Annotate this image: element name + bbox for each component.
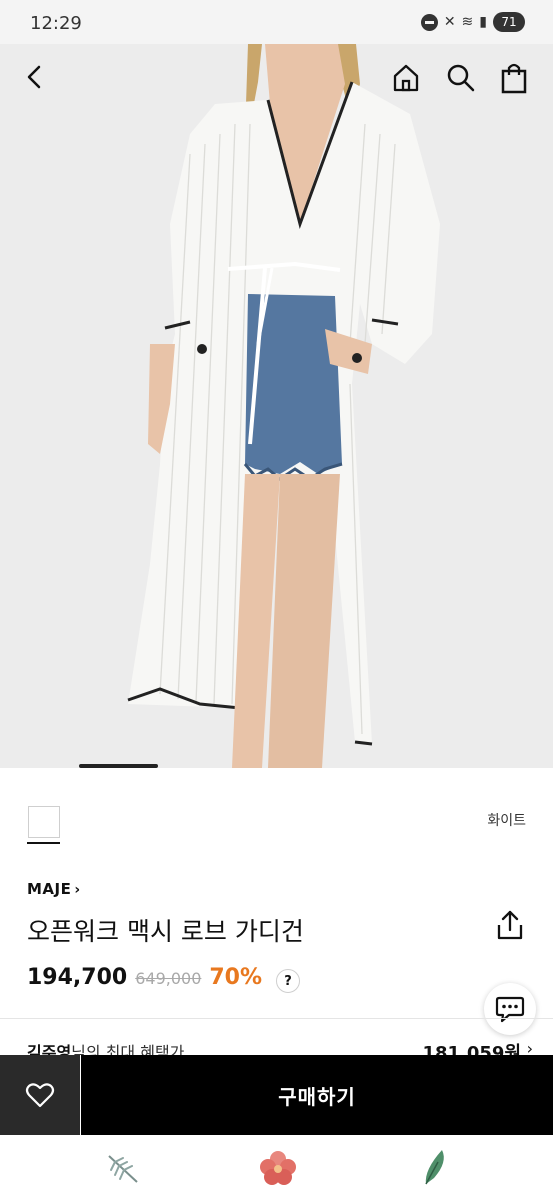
chevron-right-icon: ›: [74, 882, 81, 898]
wishlist-button[interactable]: [0, 1055, 80, 1135]
wifi-icon: ≋: [461, 14, 474, 30]
sale-price: 194,700: [27, 965, 128, 990]
buy-button[interactable]: 구매하기: [81, 1055, 553, 1135]
product-title: 오픈워크 맥시 로브 가디건: [27, 917, 304, 946]
max-benefit-row[interactable]: 김주영님의 최대 혜택가 181,059원 ›: [0, 1033, 553, 1055]
battery-icon: 71: [493, 12, 525, 32]
brand-name: MAJE: [27, 880, 72, 898]
section-divider: [0, 1018, 553, 1019]
benefit-price: 181,059원: [422, 1043, 521, 1055]
flower-icon[interactable]: [258, 1149, 298, 1187]
back-icon[interactable]: [22, 62, 50, 92]
signal-icon: ▮: [479, 14, 487, 30]
bottom-action-bar: 구매하기: [0, 1055, 553, 1135]
discount-rate: 70%: [209, 965, 263, 990]
home-icon[interactable]: [391, 62, 421, 94]
search-icon[interactable]: [445, 62, 477, 94]
do-not-disturb-icon: [420, 13, 438, 31]
price-row: 194,700 649,000 70%: [27, 965, 262, 990]
mute-icon: ✕: [443, 14, 456, 30]
product-image[interactable]: [0, 44, 553, 768]
color-swatch-white[interactable]: [28, 806, 60, 838]
selected-swatch-underline: [27, 842, 60, 844]
status-bar: 12:29 ✕ ≋ ▮ 71: [0, 0, 553, 50]
member-name: 김주영: [27, 1043, 72, 1055]
leaf-icon[interactable]: [105, 1150, 141, 1186]
shopping-bag-icon[interactable]: [499, 61, 529, 95]
product-photo: [0, 44, 553, 768]
benefit-text: 님의 최대 혜택가: [71, 1043, 185, 1055]
color-selector: [0, 768, 553, 863]
price-help-button[interactable]: ?: [276, 969, 300, 993]
share-icon[interactable]: [494, 909, 526, 941]
chat-button[interactable]: [484, 983, 536, 1035]
original-price: 649,000: [135, 969, 202, 988]
heart-icon: [25, 1083, 55, 1108]
status-time: 12:29: [30, 13, 82, 34]
brand-link[interactable]: MAJE ›: [27, 880, 81, 898]
chevron-right-icon: ›: [526, 1039, 533, 1055]
color-name: 화이트: [487, 813, 526, 829]
benefit-label: 김주영님의 최대 혜택가: [27, 1039, 184, 1055]
feather-icon[interactable]: [418, 1148, 448, 1188]
status-icons: ✕ ≋ ▮ 71: [420, 12, 525, 32]
